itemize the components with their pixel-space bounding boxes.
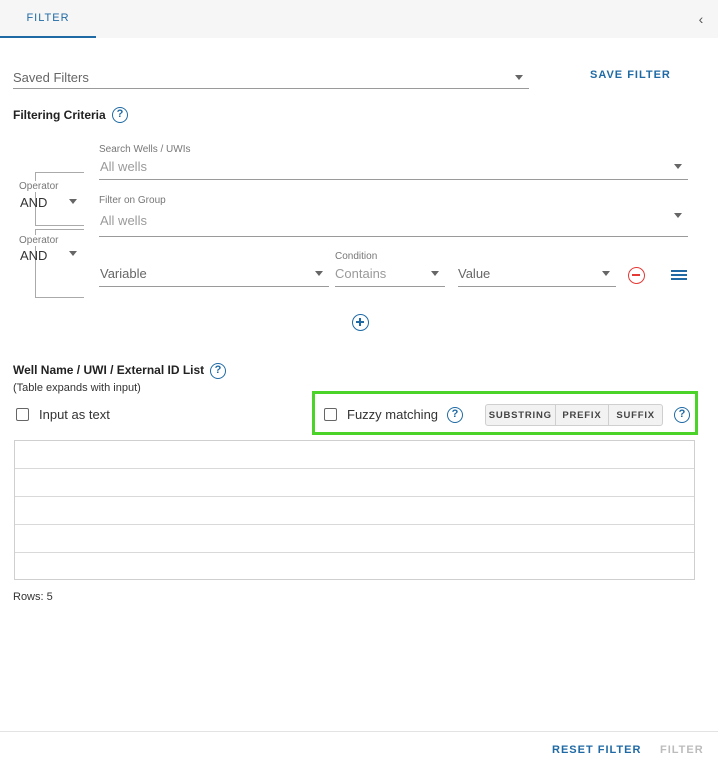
condition-select[interactable]: Contains (335, 266, 386, 281)
fuzzy-matching-checkbox[interactable] (324, 408, 337, 421)
well-list-subheading: (Table expands with input) (13, 382, 141, 394)
chevron-down-icon[interactable] (69, 251, 77, 256)
table-row[interactable] (15, 497, 694, 525)
add-criteria-icon[interactable] (352, 314, 369, 331)
footer-bar: RESET FILTER FILTER (0, 731, 718, 767)
table-row[interactable] (15, 441, 694, 469)
search-wells-underline (99, 179, 688, 180)
mode-prefix-button[interactable]: PREFIX (556, 405, 610, 425)
table-row[interactable] (15, 525, 694, 553)
tab-filter[interactable]: FILTER (0, 0, 96, 38)
saved-filters-underline (13, 88, 529, 89)
filter-group-select[interactable]: All wells (100, 213, 147, 228)
chevron-down-icon[interactable] (674, 164, 682, 169)
value-underline (458, 286, 616, 287)
chevron-down-icon[interactable] (431, 271, 439, 276)
well-list-heading: Well Name / UWI / External ID List (13, 363, 205, 377)
collapse-panel-icon[interactable]: ‹ (694, 12, 708, 26)
operator-select[interactable]: AND (20, 195, 47, 210)
reset-filter-button[interactable]: RESET FILTER (552, 744, 641, 756)
table-row[interactable] (15, 469, 694, 497)
rows-count: Rows: 5 (13, 591, 53, 603)
apply-filter-button[interactable]: FILTER (660, 744, 704, 756)
input-as-text-label: Input as text (39, 407, 110, 422)
remove-criteria-icon[interactable] (628, 267, 645, 284)
condition-label: Condition (335, 251, 378, 262)
chevron-down-icon[interactable] (315, 271, 323, 276)
mode-substring-button[interactable]: SUBSTRING (486, 405, 556, 425)
well-list-table (14, 440, 695, 580)
save-filter-button[interactable]: SAVE FILTER (590, 69, 671, 81)
operator-select[interactable]: AND (20, 248, 47, 263)
chevron-down-icon[interactable] (69, 199, 77, 204)
menu-icon[interactable] (671, 270, 687, 282)
filtering-criteria-heading: Filtering Criteria (13, 108, 106, 122)
search-wells-select[interactable]: All wells (100, 159, 147, 174)
chevron-down-icon[interactable] (674, 213, 682, 218)
table-row[interactable] (15, 553, 694, 581)
help-icon[interactable]: ? (210, 363, 226, 379)
chevron-down-icon[interactable] (602, 271, 610, 276)
tab-bar: FILTER ‹ (0, 0, 718, 38)
operator-label: Operator (19, 181, 61, 192)
variable-underline (99, 286, 329, 287)
input-as-text-checkbox[interactable] (16, 408, 29, 421)
filter-group-underline (99, 236, 688, 237)
mode-suffix-button[interactable]: SUFFIX (609, 405, 662, 425)
value-select[interactable]: Value (458, 266, 490, 281)
chevron-down-icon[interactable] (515, 75, 523, 80)
filter-group-label: Filter on Group (99, 195, 166, 206)
fuzzy-matching-label: Fuzzy matching (347, 407, 439, 422)
help-icon[interactable]: ? (674, 407, 690, 423)
variable-select[interactable]: Variable (100, 266, 147, 281)
match-mode-toggle: SUBSTRING PREFIX SUFFIX (485, 404, 663, 426)
operator-label: Operator (19, 235, 61, 246)
search-wells-label: Search Wells / UWIs (99, 144, 191, 155)
help-icon[interactable]: ? (112, 107, 128, 123)
help-icon[interactable]: ? (447, 407, 463, 423)
condition-underline (335, 286, 445, 287)
saved-filters-select[interactable]: Saved Filters (13, 70, 89, 85)
